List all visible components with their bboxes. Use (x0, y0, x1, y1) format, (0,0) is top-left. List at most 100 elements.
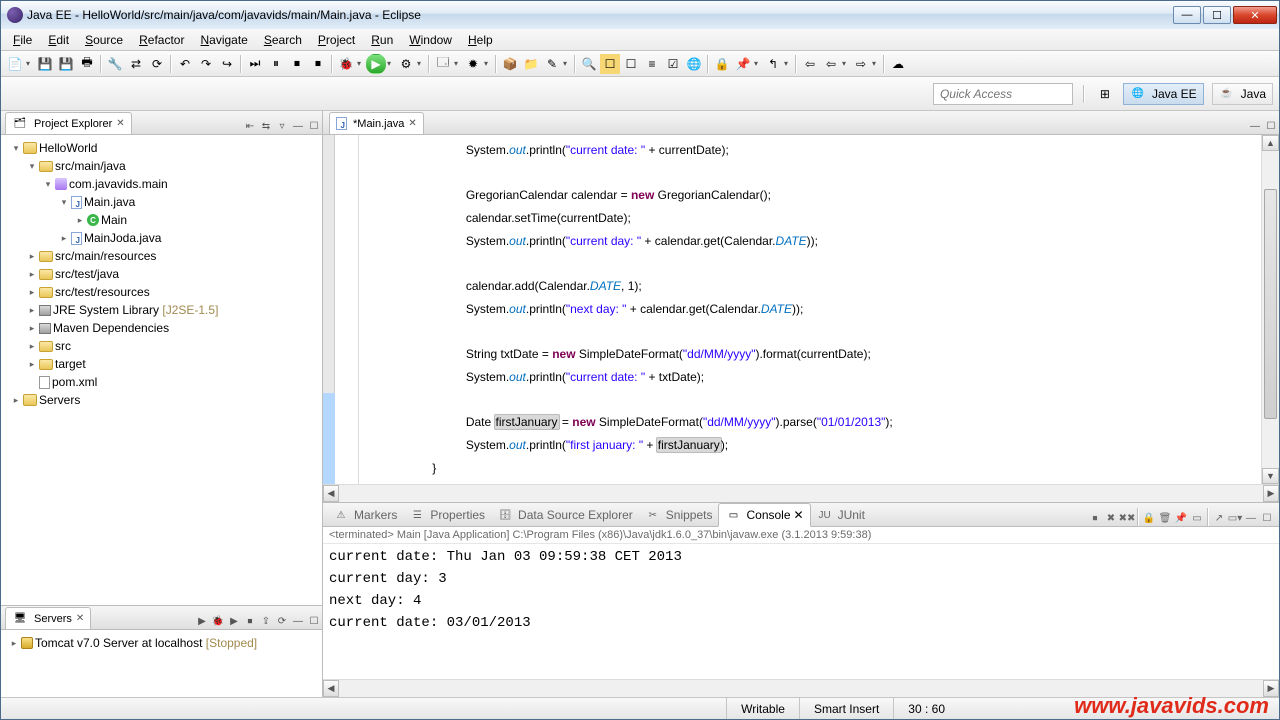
perspective-java-ee[interactable]: 🌐Java EE (1123, 83, 1204, 105)
print-button[interactable]: 🖶 (77, 54, 97, 74)
new-class-button[interactable]: 📁 (521, 54, 541, 74)
tab-snippets[interactable]: ✂Snippets (639, 504, 719, 526)
maximize-icon[interactable]: ☐ (306, 118, 322, 134)
server-stop-button[interactable]: ⏹ (242, 613, 258, 629)
new-server-button[interactable]: 🗔 (433, 54, 453, 74)
menu-refactor[interactable]: Refactor (131, 31, 192, 49)
console-display-button[interactable]: ▭ (1189, 510, 1205, 526)
menu-help[interactable]: Help (460, 31, 501, 49)
web-button[interactable]: 🌐 (684, 54, 704, 74)
console-terminate-button[interactable]: ⏹ (1087, 510, 1103, 526)
run-button[interactable]: ▶ (366, 54, 386, 74)
tab-markers[interactable]: ⚠Markers (327, 504, 403, 526)
search-button[interactable]: 🔍 (579, 54, 599, 74)
server-profile-button[interactable]: ▶ (226, 613, 242, 629)
close-icon[interactable]: ✕ (408, 118, 416, 129)
package-icon (55, 178, 67, 190)
open-perspective-button[interactable]: ⊞ (1095, 84, 1115, 104)
close-icon[interactable]: ✕ (794, 508, 804, 522)
menu-file[interactable]: File (5, 31, 40, 49)
horizontal-scrollbar[interactable]: ◀▶ (323, 484, 1279, 502)
maximize-icon[interactable]: ☐ (1259, 510, 1275, 526)
console-remove-all-button[interactable]: ✖✖ (1119, 510, 1135, 526)
maximize-icon[interactable]: ☐ (306, 613, 322, 629)
code-editor[interactable]: System.out.println("current date: " + cu… (359, 135, 1261, 484)
console-scroll-lock-button[interactable]: 🔒 (1141, 510, 1157, 526)
collapse-all-button[interactable]: ⇤ (242, 118, 258, 134)
save-button[interactable]: 💾 (35, 54, 55, 74)
editor-tab-main[interactable]: *Main.java ✕ (329, 112, 424, 134)
terminate-button[interactable]: ⏹ (287, 54, 307, 74)
console-new-button[interactable]: ▭▾ (1227, 510, 1243, 526)
tab-junit[interactable]: JUJUnit (811, 504, 871, 526)
minimize-icon[interactable]: — (1243, 510, 1259, 526)
menu-window[interactable]: Window (401, 31, 460, 49)
tab-console[interactable]: ▭Console✕ (718, 503, 810, 527)
server-publish-button[interactable]: ⇪ (258, 613, 274, 629)
tab-data-source[interactable]: 🗄Data Source Explorer (491, 504, 639, 526)
library-icon (39, 305, 51, 316)
close-icon[interactable]: ✕ (116, 118, 124, 129)
server-clean-button[interactable]: ⟳ (274, 613, 290, 629)
menu-run[interactable]: Run (363, 31, 401, 49)
minimize-icon[interactable]: — (290, 118, 306, 134)
outline-button[interactable]: ≡ (642, 54, 662, 74)
nav-lock-button[interactable]: 🔒 (712, 54, 732, 74)
tab-properties[interactable]: ☰Properties (403, 504, 491, 526)
maximize-button[interactable]: ☐ (1203, 6, 1231, 24)
project-tree[interactable]: ▾HelloWorld ▾src/main/java ▾com.javavids… (1, 135, 322, 605)
new-pkg-button[interactable]: 📦 (500, 54, 520, 74)
step-button[interactable]: ↪ (217, 54, 237, 74)
link-editor-button[interactable]: ⇆ (258, 118, 274, 134)
task-button[interactable]: ☑ (663, 54, 683, 74)
resume-button[interactable]: ⏭ (245, 54, 265, 74)
menu-project[interactable]: Project (310, 31, 363, 49)
undo-button[interactable]: ↶ (175, 54, 195, 74)
vertical-scrollbar[interactable]: ▲▼ (1261, 135, 1279, 484)
back-button[interactable]: ⇦ (800, 54, 820, 74)
suspend-button[interactable]: ⏸ (266, 54, 286, 74)
project-explorer-tab[interactable]: 🗂 Project Explorer ✕ (5, 112, 132, 134)
console-pin-button[interactable]: 📌 (1173, 510, 1189, 526)
eclipse-icon (7, 7, 23, 23)
server-item[interactable]: ▸ Tomcat v7.0 Server at localhost [Stopp… (7, 634, 316, 652)
menu-edit[interactable]: Edit (40, 31, 77, 49)
minimize-icon[interactable]: — (1247, 118, 1263, 134)
debug-button[interactable]: 🐞 (336, 54, 356, 74)
server-start-button[interactable]: ▶ (194, 613, 210, 629)
toggle-button[interactable]: ⇄ (126, 54, 146, 74)
new-type-button[interactable]: ✎ (542, 54, 562, 74)
minimize-button[interactable]: — (1173, 6, 1201, 24)
view-menu-button[interactable]: ▿ (274, 118, 290, 134)
back-hist-button[interactable]: ⇦ (821, 54, 841, 74)
close-button[interactable]: ✕ (1233, 6, 1277, 24)
disconnect-button[interactable]: ⏹ (308, 54, 328, 74)
format-button[interactable]: ⟳ (147, 54, 167, 74)
console-open-button[interactable]: ↗ (1211, 510, 1227, 526)
forward-button[interactable]: ⇨ (851, 54, 871, 74)
save-all-button[interactable]: 💾 (56, 54, 76, 74)
maximize-icon[interactable]: ☐ (1263, 118, 1279, 134)
new-proj-button[interactable]: ✹ (463, 54, 483, 74)
perspective-java[interactable]: ☕Java (1212, 83, 1273, 105)
quick-access-input[interactable] (933, 83, 1073, 105)
menu-search[interactable]: Search (256, 31, 310, 49)
redo-button[interactable]: ↷ (196, 54, 216, 74)
build-button[interactable]: 🔧 (105, 54, 125, 74)
new-button[interactable]: 📄 (5, 54, 25, 74)
pin-button[interactable]: 📌 (733, 54, 753, 74)
menu-navigate[interactable]: Navigate (192, 31, 255, 49)
mark-button[interactable]: ☐ (600, 54, 620, 74)
run-ext-button[interactable]: ⚙ (396, 54, 416, 74)
minimize-icon[interactable]: — (290, 613, 306, 629)
console-clear-button[interactable]: 🗑 (1157, 510, 1173, 526)
close-icon[interactable]: ✕ (76, 613, 84, 624)
open-persp-button[interactable]: ☁ (888, 54, 908, 74)
menu-source[interactable]: Source (77, 31, 131, 49)
servers-tab[interactable]: 🖥 Servers ✕ (5, 607, 91, 629)
server-debug-button[interactable]: 🐞 (210, 613, 226, 629)
console-remove-button[interactable]: ✖ (1103, 510, 1119, 526)
annotate-button[interactable]: ☐ (621, 54, 641, 74)
console-output[interactable]: current date: Thu Jan 03 09:59:38 CET 20… (323, 544, 1279, 679)
prev-edit-button[interactable]: ↰ (763, 54, 783, 74)
